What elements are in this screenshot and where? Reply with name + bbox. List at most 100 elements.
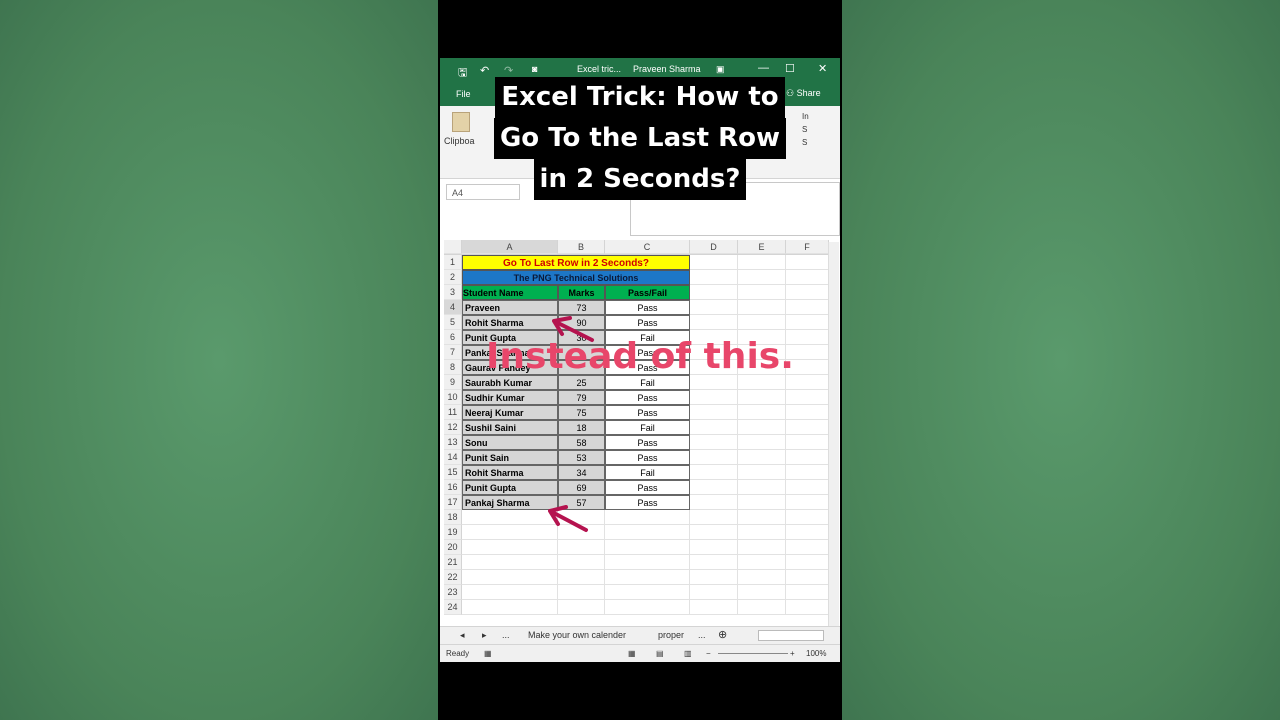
empty-cell[interactable]: [738, 450, 786, 465]
more-sheets-right[interactable]: ...: [698, 630, 706, 640]
row-header[interactable]: 11: [444, 405, 462, 420]
horizontal-scrollbar[interactable]: [758, 630, 824, 641]
header-cell-marks[interactable]: Marks: [558, 285, 605, 300]
empty-cell[interactable]: [786, 585, 829, 600]
empty-cell[interactable]: [786, 405, 829, 420]
empty-cell[interactable]: [462, 600, 558, 615]
row-header[interactable]: 20: [444, 540, 462, 555]
empty-cell[interactable]: [786, 540, 829, 555]
empty-cell[interactable]: [786, 570, 829, 585]
header-cell-student-name[interactable]: Student Name: [462, 285, 558, 300]
empty-cell[interactable]: [605, 585, 690, 600]
empty-cell[interactable]: [690, 255, 738, 270]
pass-fail-cell[interactable]: Pass: [605, 405, 690, 420]
empty-cell[interactable]: [605, 540, 690, 555]
redo-icon[interactable]: ↷: [504, 64, 513, 77]
close-icon[interactable]: ✕: [818, 62, 827, 75]
student-name-cell[interactable]: Sonu: [462, 435, 558, 450]
zoom-out-icon[interactable]: −: [706, 649, 711, 658]
empty-cell[interactable]: [690, 405, 738, 420]
header-cell-pass-fail[interactable]: Pass/Fail: [605, 285, 690, 300]
empty-cell[interactable]: [690, 480, 738, 495]
pass-fail-cell[interactable]: Fail: [605, 375, 690, 390]
empty-cell[interactable]: [462, 585, 558, 600]
empty-cell[interactable]: [605, 600, 690, 615]
macro-record-icon[interactable]: ▦: [484, 649, 492, 658]
empty-cell[interactable]: [738, 390, 786, 405]
empty-cell[interactable]: [690, 285, 738, 300]
empty-cell[interactable]: [690, 375, 738, 390]
pass-fail-cell[interactable]: Pass: [605, 480, 690, 495]
marks-cell[interactable]: 34: [558, 465, 605, 480]
empty-cell[interactable]: [462, 540, 558, 555]
column-header-e[interactable]: E: [738, 240, 786, 254]
sheet-subtitle-cell[interactable]: The PNG Technical Solutions: [462, 270, 690, 285]
pass-fail-cell[interactable]: Fail: [605, 465, 690, 480]
row-header[interactable]: 10: [444, 390, 462, 405]
zoom-in-icon[interactable]: +: [790, 649, 795, 658]
student-name-cell[interactable]: Sudhir Kumar: [462, 390, 558, 405]
empty-cell[interactable]: [605, 510, 690, 525]
row-header[interactable]: 5: [444, 315, 462, 330]
marks-cell[interactable]: 79: [558, 390, 605, 405]
empty-cell[interactable]: [738, 300, 786, 315]
empty-cell[interactable]: [738, 495, 786, 510]
empty-cell[interactable]: [786, 285, 829, 300]
add-sheet-icon[interactable]: ⊕: [718, 628, 727, 641]
select-all-corner[interactable]: [444, 240, 462, 254]
minimize-icon[interactable]: —: [758, 62, 769, 74]
row-header[interactable]: 23: [444, 585, 462, 600]
empty-cell[interactable]: [738, 570, 786, 585]
maximize-icon[interactable]: ☐: [785, 62, 795, 75]
normal-view-icon[interactable]: ▦: [628, 649, 636, 658]
column-header-a[interactable]: A: [462, 240, 558, 254]
student-name-cell[interactable]: Neeraj Kumar: [462, 405, 558, 420]
marks-cell[interactable]: 69: [558, 480, 605, 495]
empty-cell[interactable]: [786, 300, 829, 315]
column-header-c[interactable]: C: [605, 240, 690, 254]
pass-fail-cell[interactable]: Pass: [605, 300, 690, 315]
row-header[interactable]: 8: [444, 360, 462, 375]
empty-cell[interactable]: [690, 540, 738, 555]
empty-cell[interactable]: [786, 525, 829, 540]
row-header[interactable]: 7: [444, 345, 462, 360]
empty-cell[interactable]: [690, 510, 738, 525]
empty-cell[interactable]: [786, 375, 829, 390]
empty-cell[interactable]: [738, 420, 786, 435]
row-header[interactable]: 13: [444, 435, 462, 450]
empty-cell[interactable]: [738, 405, 786, 420]
empty-cell[interactable]: [786, 420, 829, 435]
prev-sheet-icon[interactable]: ◂: [460, 630, 465, 641]
row-header[interactable]: 3: [444, 285, 462, 300]
next-sheet-icon[interactable]: ▸: [482, 630, 487, 641]
row-header[interactable]: 24: [444, 600, 462, 615]
page-break-icon[interactable]: ▥: [684, 649, 692, 658]
empty-cell[interactable]: [738, 255, 786, 270]
ribbon-display-icon[interactable]: ▣: [716, 64, 725, 75]
empty-cell[interactable]: [738, 285, 786, 300]
empty-cell[interactable]: [738, 315, 786, 330]
empty-cell[interactable]: [690, 390, 738, 405]
row-header[interactable]: 21: [444, 555, 462, 570]
empty-cell[interactable]: [605, 555, 690, 570]
row-header[interactable]: 2: [444, 270, 462, 285]
empty-cell[interactable]: [738, 525, 786, 540]
empty-cell[interactable]: [690, 525, 738, 540]
marks-cell[interactable]: 75: [558, 405, 605, 420]
column-header-f[interactable]: F: [786, 240, 829, 254]
empty-cell[interactable]: [558, 540, 605, 555]
pass-fail-cell[interactable]: Pass: [605, 450, 690, 465]
empty-cell[interactable]: [738, 435, 786, 450]
row-header[interactable]: 4: [444, 300, 462, 315]
empty-cell[interactable]: [786, 450, 829, 465]
empty-cell[interactable]: [786, 315, 829, 330]
empty-cell[interactable]: [690, 435, 738, 450]
empty-cell[interactable]: [786, 480, 829, 495]
empty-cell[interactable]: [786, 465, 829, 480]
empty-cell[interactable]: [462, 570, 558, 585]
pass-fail-cell[interactable]: Pass: [605, 315, 690, 330]
column-header-b[interactable]: B: [558, 240, 605, 254]
empty-cell[interactable]: [558, 555, 605, 570]
empty-cell[interactable]: [690, 495, 738, 510]
empty-cell[interactable]: [786, 510, 829, 525]
